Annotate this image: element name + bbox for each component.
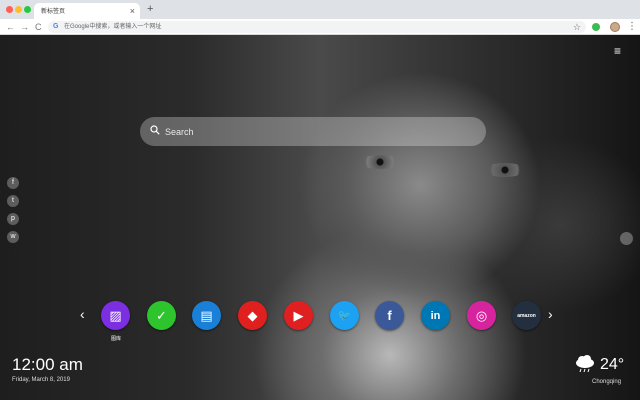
shortcut-facebook[interactable]: f bbox=[375, 301, 404, 330]
search-input[interactable] bbox=[165, 123, 465, 140]
back-button[interactable]: ← bbox=[6, 20, 15, 34]
instagram-icon: ◎ bbox=[475, 307, 488, 323]
wechat-share-icon[interactable]: w bbox=[7, 231, 19, 243]
weather-city: Chongqing bbox=[592, 379, 622, 385]
bookmark-star-icon[interactable]: ☆ bbox=[573, 21, 581, 33]
gallery-icon: ▨ bbox=[109, 307, 122, 323]
cloud-rain-icon bbox=[576, 355, 594, 373]
background-photo-detail bbox=[485, 163, 525, 177]
games-icon: ◆ bbox=[247, 307, 258, 323]
search-icon bbox=[150, 125, 160, 135]
linkedin-icon: in bbox=[430, 309, 441, 322]
shortcuts-prev-button[interactable]: ‹ bbox=[80, 305, 85, 323]
amazon-icon: amazon bbox=[517, 312, 536, 319]
forward-button[interactable]: → bbox=[20, 20, 29, 34]
facebook-share-icon[interactable]: f bbox=[7, 177, 19, 189]
search-bar[interactable] bbox=[140, 117, 486, 146]
tab-close-icon[interactable]: × bbox=[130, 4, 135, 18]
browser-menu-icon[interactable]: ⋮ bbox=[627, 20, 637, 34]
browser-tab-active[interactable]: 新标签页 × bbox=[34, 3, 140, 19]
new-tab-page: ≡ f t p w ‹ › ▨ ✓ ▤ ◆ ▶ 🐦 f in ◎ amazon 图库 12:00 … bbox=[0, 35, 640, 400]
youtube-icon: ▶ bbox=[293, 307, 304, 323]
news-icon: ▤ bbox=[200, 307, 213, 323]
window-close-button[interactable] bbox=[6, 6, 13, 13]
address-bar-placeholder: 在Google中搜索，或者输入一个网址 bbox=[64, 24, 162, 30]
twitter-icon: 🐦 bbox=[337, 310, 352, 322]
browser-toolbar: ← → C G 在Google中搜索，或者输入一个网址 ☆ bbox=[0, 19, 640, 35]
shortcut-games[interactable]: ◆ bbox=[238, 301, 267, 330]
shortcut-twitter[interactable]: 🐦 bbox=[330, 301, 359, 330]
shortcut-youtube[interactable]: ▶ bbox=[284, 301, 313, 330]
pinterest-share-icon[interactable]: p bbox=[7, 213, 19, 225]
shortcut-amazon[interactable]: amazon bbox=[512, 301, 541, 330]
menu-icon[interactable]: ≡ bbox=[614, 45, 621, 57]
window-maximize-button[interactable] bbox=[24, 6, 31, 13]
new-tab-button[interactable]: + bbox=[147, 2, 153, 17]
tab-strip: 新标签页 × + bbox=[0, 0, 640, 19]
facebook-icon: f bbox=[387, 308, 392, 323]
background-photo-detail bbox=[360, 155, 400, 169]
shortcuts-next-button[interactable]: › bbox=[548, 305, 553, 323]
clock-time: 12:00 am bbox=[12, 355, 83, 374]
reload-button[interactable]: C bbox=[35, 20, 42, 34]
shortcut-news[interactable]: ▤ bbox=[192, 301, 221, 330]
google-icon: G bbox=[53, 23, 59, 30]
shortcut-gallery[interactable]: ▨ bbox=[101, 301, 130, 330]
window-minimize-button[interactable] bbox=[15, 6, 22, 13]
shortcut-linkedin[interactable]: in bbox=[421, 301, 450, 330]
weather-temperature: 24° bbox=[600, 356, 625, 373]
shortcut-instagram[interactable]: ◎ bbox=[467, 301, 496, 330]
clock-date: Friday, March 8, 2019 bbox=[12, 377, 70, 383]
shortcut-tasks[interactable]: ✓ bbox=[147, 301, 176, 330]
address-bar[interactable]: G 在Google中搜索，或者输入一个网址 ☆ bbox=[48, 21, 586, 33]
settings-toggle-icon[interactable] bbox=[620, 232, 633, 245]
shortcut-label-gallery: 图库 bbox=[110, 336, 121, 342]
tasks-icon: ✓ bbox=[156, 307, 167, 323]
tab-title: 新标签页 bbox=[41, 9, 66, 15]
extension-icon[interactable] bbox=[592, 23, 600, 31]
profile-avatar[interactable] bbox=[610, 22, 620, 32]
twitter-share-icon[interactable]: t bbox=[7, 195, 19, 207]
